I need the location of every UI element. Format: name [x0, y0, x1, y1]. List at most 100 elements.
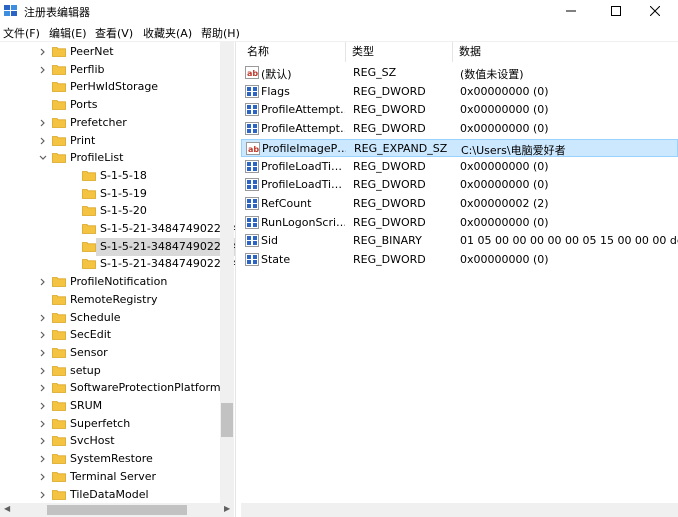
folder-icon — [82, 170, 96, 181]
value-type: REG_EXPAND_SZ — [354, 141, 448, 155]
menu-view[interactable]: 查看(V) — [95, 25, 133, 41]
list-horizontal-scrollbar[interactable] — [241, 503, 678, 517]
string-value-icon: ab — [245, 66, 259, 79]
chevron-down-icon[interactable] — [38, 153, 48, 163]
chevron-right-icon[interactable] — [38, 330, 48, 340]
tree-item[interactable]: S-1-5-18 — [0, 167, 236, 185]
minimize-icon — [566, 10, 576, 12]
maximize-icon — [611, 6, 621, 16]
chevron-right-icon[interactable] — [38, 313, 48, 323]
chevron-right-icon[interactable] — [38, 490, 48, 500]
window-title: 注册表编辑器 — [24, 6, 90, 19]
tree-item[interactable]: S-1-5-21-3484749022-345 — [0, 255, 236, 273]
chevron-right-icon[interactable] — [38, 419, 48, 429]
scroll-left-arrow-icon[interactable]: ◀ — [4, 504, 10, 513]
chevron-right-icon[interactable] — [38, 366, 48, 376]
registry-tree[interactable]: PeerNet Perflib PerHwIdStorage Ports Prefetc… — [0, 42, 236, 517]
tree-vertical-scroll-thumb[interactable] — [221, 403, 233, 437]
binary-value-icon — [245, 253, 259, 266]
column-header-type[interactable]: 类型 — [346, 42, 453, 62]
chevron-right-icon[interactable] — [38, 65, 48, 75]
column-header-data[interactable]: 数据 — [453, 42, 678, 62]
chevron-right-icon[interactable] — [38, 401, 48, 411]
tree-item[interactable]: Ports — [0, 96, 236, 114]
tree-item[interactable]: ProfileList — [0, 149, 236, 167]
list-row[interactable]: Flags REG_DWORD 0x00000000 (0) — [241, 83, 678, 101]
tree-item[interactable]: SecEdit — [0, 326, 236, 344]
tree-item[interactable]: S-1-5-21-3484749022-345 — [82, 237, 236, 256]
chevron-right-icon[interactable] — [38, 383, 48, 393]
scroll-right-arrow-icon[interactable]: ▶ — [224, 504, 230, 513]
tree-item[interactable]: S-1-5-19 — [0, 185, 236, 203]
tree-item[interactable]: S-1-5-21-3484749022-345 — [0, 220, 236, 238]
list-row[interactable]: State REG_DWORD 0x00000000 (0) — [241, 251, 678, 269]
tree-item-label: S-1-5-18 — [100, 168, 147, 182]
close-button[interactable] — [632, 0, 678, 22]
tree-item-label: SecEdit — [70, 328, 112, 342]
value-type: REG_DWORD — [353, 196, 426, 210]
tree-item[interactable]: Superfetch — [0, 415, 236, 433]
menu-help[interactable]: 帮助(H) — [201, 25, 240, 41]
minimize-button[interactable] — [548, 0, 594, 22]
binary-value-icon — [245, 84, 259, 98]
tree-item[interactable]: PeerNet — [0, 43, 236, 61]
regedit-app-icon — [4, 5, 17, 16]
value-data: 0x00000000 (0) — [460, 84, 549, 98]
chevron-right-icon[interactable] — [38, 436, 48, 446]
tree-item[interactable]: Schedule — [0, 309, 236, 327]
tree-item[interactable]: TileDataModel — [0, 486, 236, 504]
chevron-right-icon[interactable] — [38, 277, 48, 287]
chevron-right-icon[interactable] — [38, 47, 48, 57]
folder-icon — [52, 365, 66, 376]
tree-item[interactable]: SvcHost — [0, 432, 236, 450]
tree-item[interactable]: RemoteRegistry — [0, 291, 236, 309]
tree-item[interactable]: SoftwareProtectionPlatform — [0, 379, 236, 397]
list-row[interactable]: RefCount REG_DWORD 0x00000002 (2) — [241, 195, 678, 213]
tree-item[interactable]: Prefetcher — [0, 114, 236, 132]
chevron-right-icon[interactable] — [38, 454, 48, 464]
chevron-right-icon[interactable] — [38, 472, 48, 482]
tree-item-label: Ports — [70, 98, 98, 112]
chevron-right-icon[interactable] — [38, 136, 48, 146]
column-header-name[interactable]: 名称 — [241, 42, 346, 62]
chevron-right-icon[interactable] — [38, 348, 48, 358]
list-row[interactable]: ab (默认) REG_SZ (数值未设置) — [241, 64, 678, 82]
list-row[interactable]: ab ProfileImageP… REG_EXPAND_SZ C:\Users\电脑… — [241, 138, 678, 157]
folder-icon — [82, 206, 96, 217]
value-data: 0x00000000 (0) — [460, 122, 549, 136]
list-row[interactable]: ProfileLoadTi… REG_DWORD 0x00000000 (0) — [241, 176, 678, 194]
menu-file[interactable]: 文件(F) — [3, 25, 40, 41]
list-row[interactable]: RunLogonScri… REG_DWORD 0x00000000 (0) — [241, 214, 678, 232]
value-name: RefCount — [261, 196, 312, 210]
tree-item[interactable]: S-1-5-20 — [0, 202, 236, 220]
list-row[interactable]: Sid REG_BINARY 01 05 00 00 00 00 00 05 15 … — [241, 232, 678, 250]
tree-item-label: S-1-5-20 — [100, 204, 147, 218]
folder-icon — [52, 401, 66, 411]
value-type: REG_DWORD — [353, 84, 426, 98]
tree-item[interactable]: Perflib — [0, 61, 236, 79]
chevron-right-icon[interactable] — [38, 118, 48, 128]
list-row[interactable]: ProfileAttempt… REG_DWORD 0x00000000 (0) — [241, 120, 678, 138]
menu-favorites[interactable]: 收藏夹(A) — [143, 25, 192, 41]
tree-item[interactable]: SRUM — [0, 397, 236, 415]
list-row[interactable]: ProfileAttempt… REG_DWORD 0x00000000 (0) — [241, 101, 678, 119]
value-type: REG_DWORD — [353, 103, 426, 117]
tree-item[interactable]: Sensor — [0, 344, 236, 362]
tree-item[interactable]: PerHwIdStorage — [0, 78, 236, 96]
value-type: REG_SZ — [353, 66, 397, 79]
tree-item[interactable]: setup — [0, 362, 236, 380]
tree-item[interactable]: ProfileNotification — [0, 273, 236, 291]
tree-item[interactable]: SystemRestore — [0, 450, 236, 468]
folder-icon — [52, 471, 66, 482]
values-list[interactable]: 名称 类型 数据 ab (默认) REG_SZ (数值未设置) Flags REG_DWO… — [241, 42, 678, 517]
folder-icon — [52, 100, 66, 110]
tree-item-label: Schedule — [70, 310, 121, 324]
svg-text:ab: ab — [248, 145, 259, 154]
menu-edit[interactable]: 编辑(E) — [49, 25, 87, 41]
folder-icon — [52, 330, 66, 341]
tree-item-label: S-1-5-21-3484749022-345 — [100, 239, 236, 253]
list-row[interactable]: ProfileLoadTi… REG_DWORD 0x00000000 (0) — [241, 158, 678, 176]
tree-item[interactable]: Terminal Server — [0, 468, 236, 486]
tree-horizontal-scroll-thumb[interactable] — [47, 505, 187, 515]
tree-item[interactable]: Print — [0, 132, 236, 150]
